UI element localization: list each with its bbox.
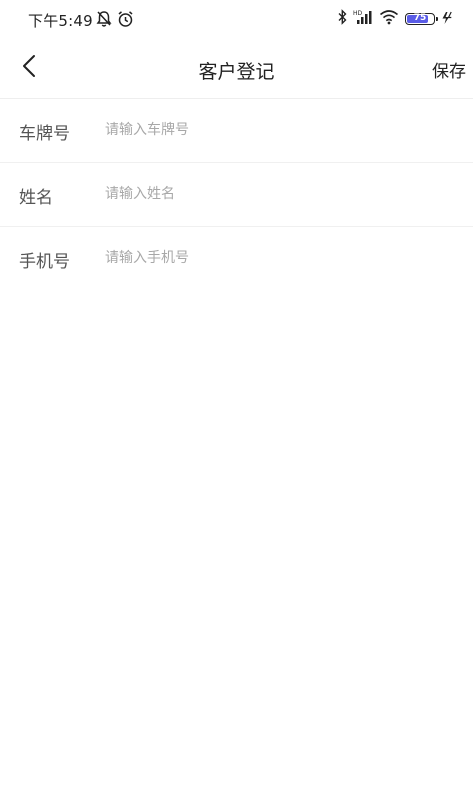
wifi-icon bbox=[379, 9, 399, 29]
name-input[interactable] bbox=[105, 176, 445, 212]
status-icons: HD 75 bbox=[338, 8, 453, 30]
bell-off-icon bbox=[96, 10, 112, 32]
bluetooth-icon bbox=[338, 9, 347, 29]
navigation-bar: 客户登记 保存 bbox=[0, 40, 473, 99]
phone-input[interactable] bbox=[105, 240, 445, 276]
battery-icon: 75 bbox=[405, 13, 438, 25]
plate-number-input[interactable] bbox=[105, 112, 445, 148]
status-bar: 下午5:49 HD 75 bbox=[0, 0, 473, 40]
status-time: 下午5:49 bbox=[28, 12, 93, 30]
name-label: 姓名 bbox=[19, 188, 53, 208]
form-row-plate-number: 车牌号 bbox=[0, 99, 473, 163]
phone-label: 手机号 bbox=[19, 252, 70, 272]
battery-level: 75 bbox=[413, 13, 427, 23]
signal-icon: HD bbox=[353, 9, 373, 29]
svg-text:HD: HD bbox=[353, 10, 363, 17]
save-button[interactable]: 保存 bbox=[432, 57, 466, 82]
customer-registration-form: 车牌号 姓名 手机号 bbox=[0, 99, 473, 290]
form-row-name: 姓名 bbox=[0, 163, 473, 227]
form-row-phone: 手机号 bbox=[0, 227, 473, 290]
page-title: 客户登记 bbox=[198, 61, 275, 83]
alarm-icon bbox=[117, 10, 134, 32]
plate-number-label: 车牌号 bbox=[19, 124, 70, 144]
charging-icon bbox=[441, 10, 453, 29]
